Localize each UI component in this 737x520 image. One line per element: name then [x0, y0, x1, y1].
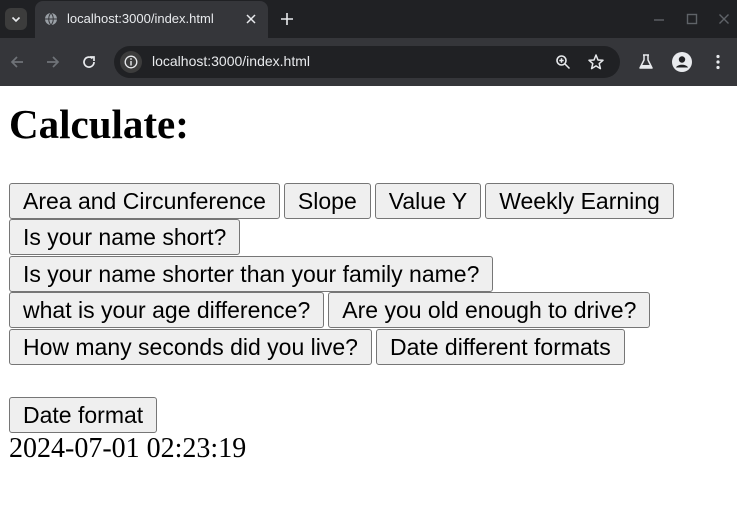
slope-button[interactable]: Slope	[283, 183, 371, 219]
tab-search-button[interactable]	[5, 8, 27, 30]
date-format-button[interactable]: Date format	[9, 397, 158, 433]
url-text: localhost:3000/index.html	[152, 53, 310, 69]
star-icon[interactable]	[587, 53, 605, 71]
page-content: Calculate: Area and Circunference Slope Va…	[0, 86, 737, 520]
site-info-button[interactable]	[120, 51, 142, 73]
chevron-down-icon	[11, 16, 21, 23]
name-short-button[interactable]: Is your name short?	[9, 219, 241, 255]
info-icon	[124, 55, 138, 69]
reload-icon[interactable]	[80, 53, 98, 71]
name-shorter-than-family-button[interactable]: Is your name shorter than your family na…	[9, 256, 494, 292]
button-row: Date format	[9, 397, 161, 433]
button-row: Is your name short?	[9, 219, 244, 255]
kebab-menu-icon[interactable]	[709, 53, 727, 71]
area-and-circumference-button[interactable]: Area and Circunference	[9, 183, 280, 219]
date-different-formats-button[interactable]: Date different formats	[375, 329, 625, 365]
globe-icon	[45, 12, 57, 26]
window-close-icon[interactable]	[717, 12, 731, 26]
page-title: Calculate:	[9, 101, 189, 147]
value-y-button[interactable]: Value Y	[374, 183, 482, 219]
browser-toolbar: localhost:3000/index.html	[0, 38, 737, 86]
flask-icon[interactable]	[637, 53, 655, 71]
seconds-lived-button[interactable]: How many seconds did you live?	[9, 329, 372, 365]
button-row: Is your name shorter than your family na…	[9, 256, 497, 292]
button-row: Area and Circunference Slope Value Y Weekly…	[9, 183, 678, 219]
result-output: 2024-07-01 02:23:19	[9, 433, 247, 464]
minimize-icon[interactable]	[652, 12, 666, 26]
maximize-icon[interactable]	[685, 12, 699, 26]
plus-icon[interactable]	[279, 11, 295, 27]
weekly-earning-button[interactable]: Weekly Earning	[485, 183, 674, 219]
old-enough-to-drive-button[interactable]: Are you old enough to drive?	[328, 292, 651, 328]
profile-icon[interactable]	[671, 51, 693, 73]
zoom-icon[interactable]	[555, 54, 571, 70]
address-bar[interactable]: localhost:3000/index.html	[114, 46, 620, 78]
close-icon[interactable]	[244, 12, 258, 26]
browser-tab-strip: localhost:3000/index.html	[0, 0, 737, 38]
button-row: How many seconds did you live? Date diffe…	[9, 329, 629, 365]
button-row: what is your age difference? Are you old …	[9, 292, 654, 328]
tab-title: localhost:3000/index.html	[67, 11, 214, 26]
arrow-left-icon[interactable]	[8, 53, 26, 71]
browser-tab[interactable]: localhost:3000/index.html	[35, 1, 268, 38]
arrow-right-icon[interactable]	[44, 53, 62, 71]
age-difference-button[interactable]: what is your age difference?	[9, 292, 325, 328]
